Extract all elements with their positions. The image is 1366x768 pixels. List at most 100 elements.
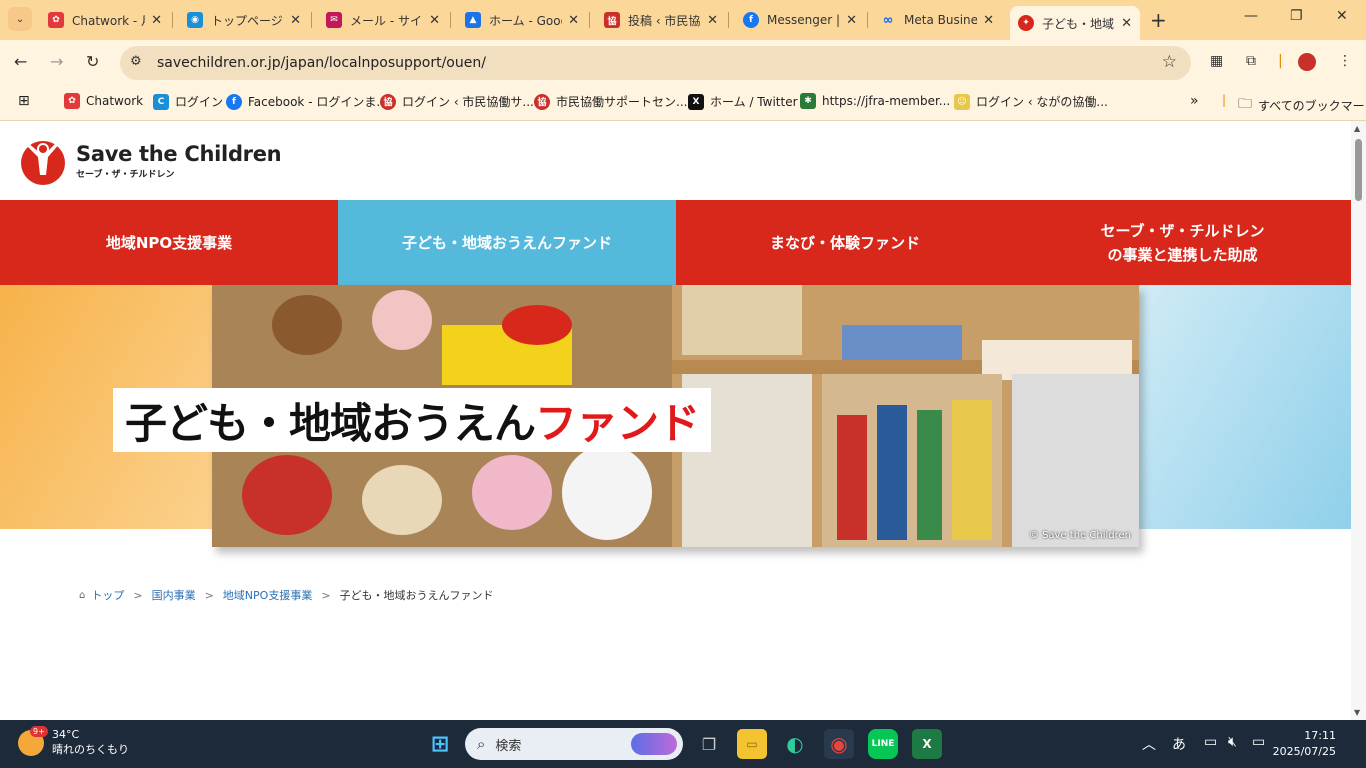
hero-banner: © Save the Children 子ども・地域おうえん ファンド bbox=[0, 285, 1351, 565]
forward-arrow-icon[interactable]: → bbox=[50, 52, 63, 71]
windows-start-icon[interactable]: ⊞ bbox=[425, 729, 455, 759]
nav-partnership-grants[interactable]: セーブ・ザ・チルドレン の事業と連携した助成 bbox=[1014, 200, 1351, 285]
stuffed-toy bbox=[562, 445, 652, 540]
scroll-down-arrow-icon[interactable]: ▼ bbox=[1354, 708, 1360, 717]
extensions-icon[interactable]: ⧉ bbox=[1246, 53, 1256, 69]
tab-active-save-the-children[interactable]: ✦ 子ども・地域お ✕ bbox=[1010, 6, 1140, 40]
taskbar-search-box[interactable]: ⌕ 検索 bbox=[465, 728, 683, 760]
breadcrumb-domestic[interactable]: 国内事業 bbox=[152, 587, 196, 603]
menu-kebab-icon[interactable]: ⋮ bbox=[1338, 53, 1352, 69]
tab-top-page[interactable]: ◉ トップページ - t ✕ bbox=[179, 6, 309, 34]
breadcrumb-local-npo[interactable]: 地域NPO支援事業 bbox=[223, 587, 313, 603]
tab-title: 子ども・地域お bbox=[1042, 16, 1115, 31]
minimize-icon[interactable]: — bbox=[1244, 8, 1258, 24]
nav-child-community-fund[interactable]: 子ども・地域おうえんファンド bbox=[338, 200, 676, 285]
tab-post[interactable]: 協 投稿 ‹ 市民協 ✕ bbox=[596, 6, 726, 34]
windows-taskbar: 9+ 34°C 晴れのちくもり ⊞ ⌕ 検索 ❐ ▭ ◐ ◉ LINE X ︿ … bbox=[0, 720, 1366, 768]
tab-meta-business[interactable]: ∞ Meta Busine ✕ bbox=[872, 6, 1002, 34]
address-bar[interactable]: ⚙ savechildren.or.jp/japan/localnposuppo… bbox=[120, 46, 1191, 80]
tab-google-drive[interactable]: ▲ ホーム - Goog ✕ bbox=[457, 6, 587, 34]
weather-badge: 9+ bbox=[30, 725, 48, 737]
chatwork-icon: ✿ bbox=[48, 12, 64, 28]
tab-strip: ⌄ ✿ Chatwork - 月 ✕ ◉ トップページ - t ✕ ✉ メール … bbox=[0, 0, 1366, 40]
reload-icon[interactable]: ↻ bbox=[86, 52, 99, 71]
cybozu-icon: C bbox=[153, 93, 169, 110]
chatwork-icon: ✿ bbox=[64, 93, 80, 109]
window-close-icon[interactable]: ✕ bbox=[1336, 8, 1348, 24]
close-icon[interactable]: ✕ bbox=[568, 13, 579, 28]
bookmark-nagano[interactable]: ☺ ログイン ‹ ながの協働... bbox=[954, 93, 1108, 110]
tab-title: Chatwork - 月 bbox=[72, 13, 146, 28]
battery-icon[interactable]: ▭ bbox=[1252, 734, 1265, 750]
site-favicon-icon: 協 bbox=[604, 12, 620, 28]
folder-icon: 🗀 bbox=[1238, 96, 1252, 112]
weather-temperature: 34°C bbox=[52, 728, 80, 741]
tab-title: ホーム - Goog bbox=[489, 13, 563, 28]
nav-local-npo-support[interactable]: 地域NPO支援事業 bbox=[0, 200, 338, 285]
site-logo[interactable]: Save the Children セーブ・ザ・チルドレン bbox=[18, 135, 282, 187]
home-icon: ⌂ bbox=[79, 589, 86, 601]
toolbar-divider: | bbox=[1278, 53, 1283, 69]
site-info-icon[interactable]: ⚙ bbox=[130, 54, 142, 69]
edge-browser-icon[interactable]: ◐ bbox=[780, 729, 810, 759]
tab-chatwork[interactable]: ✿ Chatwork - 月 ✕ bbox=[40, 6, 170, 34]
bookmark-shimin-center[interactable]: 協 市民協働サポートセン... bbox=[534, 93, 687, 110]
bookmark-shimin-login[interactable]: 協 ログイン ‹ 市民協働サ... bbox=[380, 93, 534, 110]
breadcrumb-top[interactable]: トップ bbox=[91, 587, 124, 603]
save-the-children-icon: ✦ bbox=[1018, 15, 1034, 31]
stuffed-toy bbox=[372, 290, 432, 350]
excel-icon[interactable]: X bbox=[912, 729, 942, 759]
cybozu-icon: ◉ bbox=[187, 12, 203, 28]
volume-muted-icon[interactable]: 🔇︎ bbox=[1228, 734, 1237, 750]
url-text[interactable]: savechildren.or.jp/japan/localnposupport… bbox=[157, 55, 486, 71]
breadcrumb-separator: > bbox=[321, 588, 331, 602]
close-icon[interactable]: ✕ bbox=[290, 13, 301, 28]
more-bookmarks-chevron-icon[interactable]: » bbox=[1190, 93, 1199, 109]
all-bookmarks-folder[interactable]: 🗀 すべてのブックマーク bbox=[1238, 93, 1366, 117]
back-arrow-icon[interactable]: ← bbox=[14, 52, 27, 71]
ime-indicator[interactable]: あ bbox=[1172, 734, 1186, 754]
bookmark-chatwork[interactable]: ✿ Chatwork bbox=[64, 93, 143, 109]
nagano-icon: ☺ bbox=[954, 93, 970, 110]
bookmark-label: ログイン bbox=[175, 95, 224, 109]
meta-icon: ∞ bbox=[882, 12, 894, 28]
close-icon[interactable]: ✕ bbox=[707, 13, 718, 28]
weather-widget[interactable]: 9+ 34°C 晴れのちくもり bbox=[18, 725, 129, 758]
close-icon[interactable]: ✕ bbox=[151, 13, 162, 28]
nav-learning-experience-fund[interactable]: まなび・体験ファンド bbox=[676, 200, 1014, 285]
close-icon[interactable]: ✕ bbox=[429, 13, 440, 28]
line-app-icon[interactable]: LINE bbox=[868, 729, 898, 759]
logo-name: Save the Children bbox=[76, 142, 282, 166]
tab-title: Messenger | bbox=[767, 13, 841, 27]
close-icon[interactable]: ✕ bbox=[983, 13, 994, 28]
file-explorer-icon[interactable]: ▭ bbox=[737, 729, 767, 759]
profile-avatar[interactable] bbox=[1298, 53, 1316, 71]
scroll-thumb[interactable] bbox=[1355, 139, 1362, 201]
hero-title: 子ども・地域おうえん ファンド bbox=[113, 388, 712, 452]
chrome-browser-icon[interactable]: ◉ bbox=[824, 729, 854, 759]
tab-messenger[interactable]: f Messenger | ✕ bbox=[735, 6, 865, 34]
tab-search-chevron-icon[interactable]: ⌄ bbox=[8, 7, 32, 31]
stuffed-toy bbox=[272, 295, 342, 355]
bookmark-jfra[interactable]: ✱ https://jfra-member... bbox=[800, 93, 950, 109]
apps-grid-icon[interactable]: ⊞ bbox=[18, 93, 30, 109]
task-view-icon[interactable]: ❐ bbox=[694, 729, 724, 759]
bookmark-twitter[interactable]: X ホーム / Twitter bbox=[688, 93, 798, 110]
logo-subtitle: セーブ・ザ・チルドレン bbox=[76, 170, 175, 180]
network-icon[interactable]: ▭ bbox=[1204, 734, 1217, 750]
tray-overflow-chevron-icon[interactable]: ︿ bbox=[1142, 734, 1156, 754]
close-icon[interactable]: ✕ bbox=[1121, 16, 1132, 31]
close-icon[interactable]: ✕ bbox=[846, 13, 857, 28]
bookmark-facebook[interactable]: f Facebook - ログインま... bbox=[226, 93, 388, 110]
jfra-icon: ✱ bbox=[800, 93, 816, 109]
tab-mail[interactable]: ✉ メール - サイボ ✕ bbox=[318, 6, 448, 34]
bookmark-login[interactable]: C ログイン bbox=[153, 93, 223, 110]
restore-icon[interactable]: ❐ bbox=[1290, 8, 1303, 24]
system-clock[interactable]: 17:11 2025/07/25 bbox=[1273, 728, 1336, 760]
stuffed-toy bbox=[362, 465, 442, 535]
new-tab-plus-icon[interactable]: + bbox=[1150, 8, 1167, 32]
qr-code-icon[interactable]: ▦ bbox=[1210, 53, 1223, 69]
bookmark-star-icon[interactable]: ☆ bbox=[1162, 52, 1177, 72]
page-scrollbar[interactable]: ▲ ▼ bbox=[1351, 121, 1366, 720]
scroll-up-arrow-icon[interactable]: ▲ bbox=[1354, 124, 1360, 133]
